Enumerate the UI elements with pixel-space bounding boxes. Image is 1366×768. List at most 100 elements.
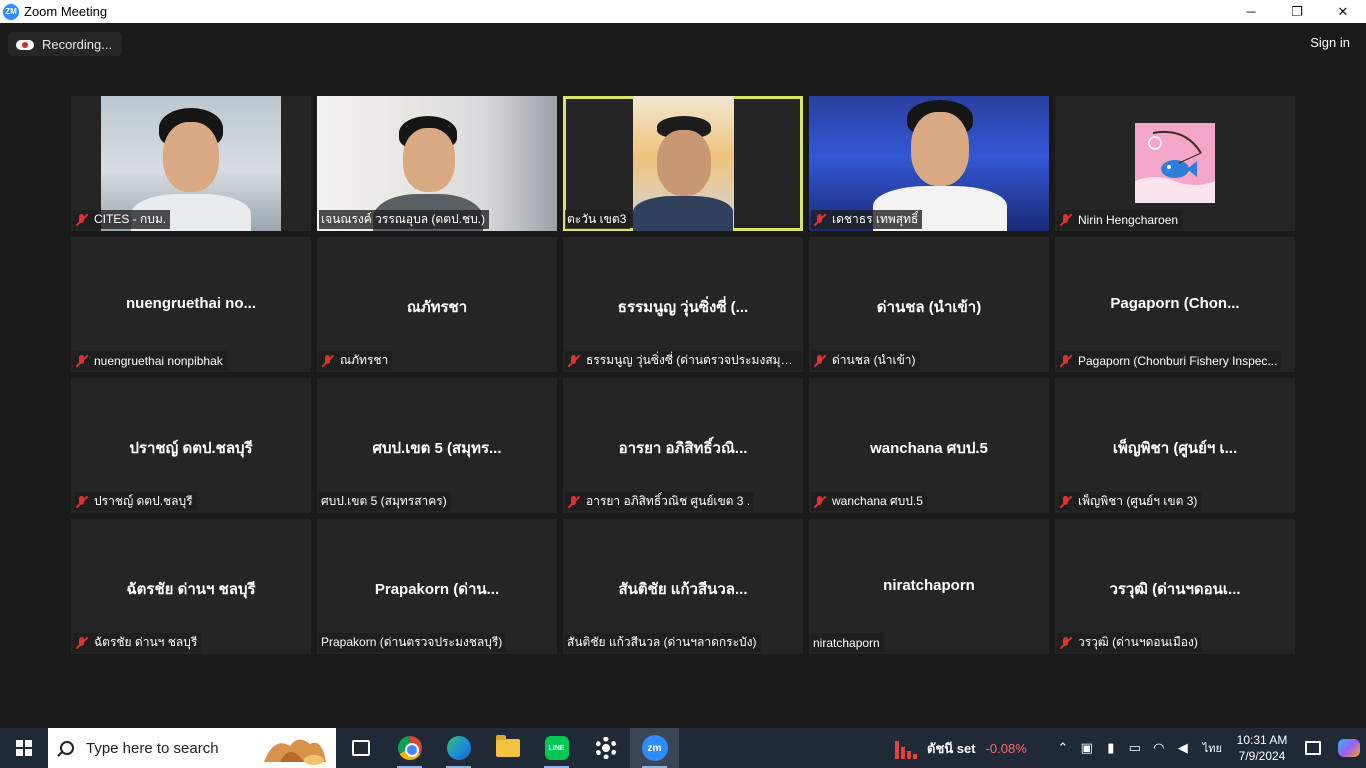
- battery-icon: ▭: [1128, 740, 1141, 755]
- participant-display-name: ปราชญ์ ดตป.ชลบุรี: [129, 440, 253, 457]
- participant-tile[interactable]: Prapakorn (ด่าน... Prapakorn (ด่านตรวจปร…: [317, 519, 557, 654]
- search-highlight-icon: [264, 739, 326, 765]
- line-taskbar-button[interactable]: LINE: [532, 728, 581, 768]
- minimize-button[interactable]: ─: [1228, 0, 1274, 23]
- mic-muted-icon: [75, 354, 89, 368]
- participant-tile[interactable]: ฉัตรชัย ด่านฯ ชลบุรี ฉัตรชัย ด่านฯ ชลบุร…: [71, 519, 311, 654]
- meet-now-button[interactable]: ▣: [1075, 728, 1099, 768]
- participant-tile[interactable]: nuengruethai no... nuengruethai nonpibha…: [71, 237, 311, 372]
- mic-muted-icon: [321, 354, 335, 368]
- task-view-button[interactable]: [336, 728, 385, 768]
- participant-name-label: เพ็ญพิชา (ศูนย์ฯ เขต 3): [1057, 492, 1202, 511]
- participant-tile[interactable]: niratchaporn niratchaporn: [809, 519, 1049, 654]
- mic-muted-icon: [1059, 495, 1073, 509]
- show-hidden-icons-button[interactable]: ⌃: [1051, 728, 1075, 768]
- chrome-icon: [397, 736, 422, 760]
- clock[interactable]: 10:31 AM 7/9/2024: [1230, 732, 1294, 764]
- camera-icon: ▣: [1080, 740, 1093, 755]
- mic-muted-icon: [1059, 636, 1073, 650]
- zoom-taskbar-button[interactable]: zm: [630, 728, 679, 768]
- recording-indicator[interactable]: Recording...: [8, 32, 123, 56]
- participant-tile-active-speaker[interactable]: ตะวัน เขต3: [563, 96, 803, 231]
- participant-display-name: ณภัทรชา: [406, 299, 468, 316]
- participant-name-label: สันติชัย แก้วสีนวล (ด่านฯลาดกระบัง): [565, 633, 761, 652]
- mic-muted-icon: [75, 213, 89, 227]
- participant-tile[interactable]: wanchana ศบป.5 wanchana ศบป.5: [809, 378, 1049, 513]
- meeting-area: Recording... Sign in CITES - กบม. เจนณรง…: [0, 23, 1366, 728]
- mic-muted-icon: [75, 636, 89, 650]
- participant-tile[interactable]: Pagaporn (Chon... Pagaporn (Chonburi Fis…: [1055, 237, 1295, 372]
- stock-chart-icon: [895, 737, 919, 759]
- participant-display-name: ฉัตรชัย ด่านฯ ชลบุรี: [126, 581, 256, 598]
- copilot-button[interactable]: [1332, 728, 1366, 768]
- chevron-up-icon: ⌃: [1057, 740, 1069, 755]
- participant-name-label: Prapakorn (ด่านตรวจประมงชลบุรี): [319, 633, 507, 652]
- participant-name-label: วรวุฒิ (ด่านฯดอนเมือง): [1057, 633, 1202, 652]
- participant-name-label: ฉัตรชัย ด่านฯ ชลบุรี: [73, 633, 202, 652]
- participant-display-name: เพ็ญพิชา (ศูนย์ฯ เ...: [1112, 440, 1238, 457]
- mic-muted-icon: [1059, 213, 1073, 227]
- stock-widget[interactable]: ดัชนี set -0.08%: [895, 737, 1033, 759]
- close-button[interactable]: ✕: [1320, 0, 1366, 23]
- stock-change: -0.08%: [985, 740, 1027, 756]
- participant-name-label: ศบป.เขต 5 (สมุทรสาคร): [319, 492, 451, 511]
- window-controls: ─ ❐ ✕: [1228, 0, 1366, 23]
- participant-tile[interactable]: Nirin Hengcharoen: [1055, 96, 1295, 231]
- edge-taskbar-button[interactable]: [434, 728, 483, 768]
- mic-muted-icon: [813, 213, 827, 227]
- cloud-recording-icon: [16, 38, 34, 50]
- participant-tile[interactable]: ณภัทรชา ณภัทรชา: [317, 237, 557, 372]
- participant-name-label: เจนณรงค์ วรรณอุบล (ดตป.ชบ.): [319, 210, 490, 229]
- recording-label: Recording...: [42, 36, 113, 52]
- network-button[interactable]: ◠: [1147, 728, 1171, 768]
- participant-display-name: niratchaporn: [883, 577, 975, 594]
- file-explorer-taskbar-button[interactable]: [483, 728, 532, 768]
- microphone-button[interactable]: ▮: [1099, 728, 1123, 768]
- participant-display-name: สันติชัย แก้วสีนวล...: [618, 581, 748, 598]
- participant-name-label: nuengruethai nonpibhak: [73, 351, 227, 370]
- participant-name-label: ธรรมนูญ วุ่นซิ่งซี่ (ด่านตรวจประมงสมุทรส…: [565, 351, 801, 370]
- participant-name-label: Nirin Hengcharoen: [1057, 210, 1183, 229]
- participant-display-name: วรวุฒิ (ด่านฯดอนเ...: [1109, 581, 1241, 598]
- chrome-taskbar-button[interactable]: [385, 728, 434, 768]
- participant-tile[interactable]: ปราชญ์ ดตป.ชลบุรี ปราชญ์ ดตป.ชลบุรี: [71, 378, 311, 513]
- participant-tile[interactable]: อารยา อภิสิทธิ์วณิ... อารยา อภิสิทธิ์วณิ…: [563, 378, 803, 513]
- participant-tile[interactable]: สันติชัย แก้วสีนวล... สันติชัย แก้วสีนวล…: [563, 519, 803, 654]
- taskbar-search-box[interactable]: Type here to search: [48, 728, 336, 768]
- close-icon: ✕: [1337, 3, 1349, 19]
- participant-name-label: CITES - กบม.: [73, 210, 171, 229]
- participant-name-label: ด่านชล (นำเข้า): [811, 351, 920, 370]
- clock-time: 10:31 AM: [1236, 733, 1288, 747]
- participant-tile[interactable]: เพ็ญพิชา (ศูนย์ฯ เ... เพ็ญพิชา (ศูนย์ฯ เ…: [1055, 378, 1295, 513]
- participant-tile[interactable]: เดชาธร เทพสุทธิ์: [809, 96, 1049, 231]
- settings-taskbar-button[interactable]: [581, 728, 630, 768]
- restore-button[interactable]: ❐: [1274, 0, 1320, 23]
- input-language-indicator[interactable]: ไทย: [1195, 739, 1230, 757]
- participant-tile[interactable]: วรวุฒิ (ด่านฯดอนเ... วรวุฒิ (ด่านฯดอนเมื…: [1055, 519, 1295, 654]
- participant-tile[interactable]: เจนณรงค์ วรรณอุบล (ดตป.ชบ.): [317, 96, 557, 231]
- zoom-icon: zm: [641, 735, 668, 761]
- participant-tile[interactable]: CITES - กบม.: [71, 96, 311, 231]
- search-icon: [60, 741, 74, 755]
- volume-button[interactable]: ◀: [1171, 728, 1195, 768]
- speaker-icon: ◀: [1177, 740, 1188, 755]
- participant-tile[interactable]: ศบป.เขต 5 (สมุทร... ศบป.เขต 5 (สมุทรสาคร…: [317, 378, 557, 513]
- file-explorer-icon: [495, 735, 520, 757]
- start-button[interactable]: [0, 728, 48, 768]
- participant-display-name: อารยา อภิสิทธิ์วณิ...: [618, 440, 748, 457]
- line-icon: LINE: [544, 736, 569, 760]
- profile-picture-fish-icon: [1135, 123, 1215, 203]
- participant-tile[interactable]: ด่านชล (นำเข้า) ด่านชล (นำเข้า): [809, 237, 1049, 372]
- participant-tile[interactable]: ธรรมนูญ วุ่นซิ่งซี่ (... ธรรมนูญ วุ่นซิ่…: [563, 237, 803, 372]
- wifi-icon: ◠: [1153, 740, 1165, 755]
- battery-button[interactable]: ▭: [1123, 728, 1147, 768]
- task-view-icon: [351, 740, 370, 756]
- notification-center-button[interactable]: [1294, 728, 1332, 768]
- participant-name-label: ปราชญ์ ดตป.ชลบุรี: [73, 492, 197, 511]
- participant-display-name: wanchana ศบป.5: [870, 440, 988, 457]
- participant-display-name: Pagaporn (Chon...: [1110, 295, 1240, 312]
- notification-icon: [1305, 741, 1321, 755]
- participant-name-label: wanchana ศบป.5: [811, 492, 927, 511]
- sign-in-link[interactable]: Sign in: [1310, 35, 1350, 50]
- participant-name-label: อารยา อภิสิทธิ์วณิช ศูนย์เขต 3 .: [565, 492, 755, 511]
